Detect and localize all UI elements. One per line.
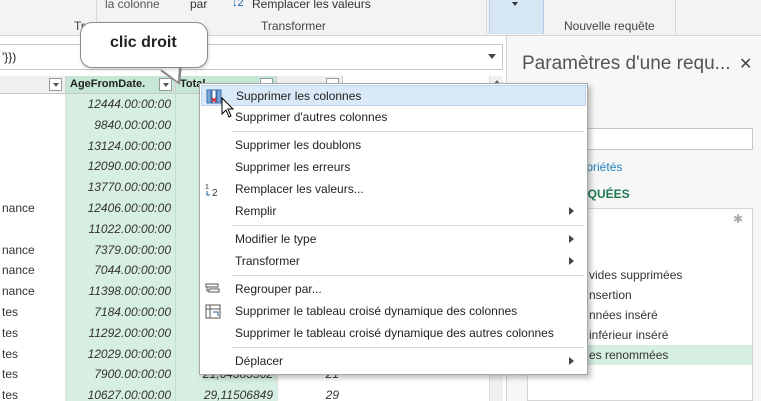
- submenu-arrow-icon: [569, 207, 574, 215]
- ribbon-column-dropdown[interactable]: la colonne: [105, 0, 160, 11]
- table-cell[interactable]: 11398.00:00:00: [68, 281, 171, 301]
- table-cell[interactable]: 12029.00:00:00: [68, 344, 171, 364]
- menu-item-transformer[interactable]: Transformer: [201, 251, 586, 272]
- svg-text:1: 1: [205, 184, 209, 191]
- menu-item-déplacer[interactable]: Déplacer: [201, 351, 586, 372]
- menu-item-label: Remplacer les valeurs...: [235, 182, 364, 196]
- table-cell[interactable]: 11292.00:00:00: [68, 323, 171, 343]
- menu-item-label: Supprimer d'autres colonnes: [235, 110, 388, 124]
- menu-item-supprimer-d-autres-colonnes[interactable]: Supprimer d'autres colonnes: [201, 107, 586, 128]
- table-cell[interactable]: 7044.00:00:00: [68, 260, 171, 280]
- table-cell[interactable]: [2, 177, 61, 197]
- menu-item-supprimer-les-erreurs[interactable]: Supprimer les erreurs: [201, 157, 586, 178]
- context-menu: Supprimer les colonnes Supprimer d'autres…: [199, 83, 588, 375]
- mouse-cursor-icon: [221, 97, 235, 118]
- table-cell[interactable]: [2, 136, 61, 156]
- table-cell[interactable]: 9840.00:00:00: [68, 115, 171, 135]
- menu-item-supprimer-les-doublons[interactable]: Supprimer les doublons: [201, 135, 586, 156]
- table-cell[interactable]: 13124.00:00:00: [68, 136, 171, 156]
- table-cell[interactable]: 12090.00:00:00: [68, 156, 171, 176]
- menu-separator: [232, 347, 584, 348]
- menu-item-remplacer-les-valeurs[interactable]: Remplacer les valeurs... 1 2: [201, 179, 586, 200]
- menu-item-regrouper-par[interactable]: Regrouper par...: [201, 279, 586, 300]
- ribbon-divider: [486, 0, 487, 34]
- table-cell[interactable]: nance: [2, 281, 61, 301]
- menu-item-remplir[interactable]: Remplir: [201, 201, 586, 222]
- menu-item-label: Supprimer le tableau croisé dynamique de…: [235, 326, 554, 340]
- column-a-cells: nance nance nance nance tes tes tes tes tes: [0, 94, 66, 401]
- table-cell[interactable]: nance: [2, 260, 61, 280]
- replace-values-icon: 12: [205, 182, 221, 199]
- menu-separator: [232, 131, 584, 132]
- ribbon-selected-dropdown-button[interactable]: [489, 0, 544, 34]
- table-cell[interactable]: [2, 219, 61, 239]
- table-cell[interactable]: tes: [2, 364, 61, 384]
- menu-item-modifier-le-type[interactable]: Modifier le type: [201, 229, 586, 250]
- table-cell[interactable]: 13770.00:00:00: [68, 177, 171, 197]
- close-icon[interactable]: ✕: [739, 54, 752, 74]
- formula-bar[interactable]: '}}): [0, 44, 503, 70]
- ribbon-par-label: par: [190, 0, 208, 11]
- group-by-icon: [205, 282, 221, 297]
- ribbon-group-new-query: Nouvelle requête: [564, 19, 655, 33]
- table-cell[interactable]: [2, 94, 61, 114]
- table-cell[interactable]: tes: [2, 385, 61, 401]
- menu-item-label: Remplir: [235, 204, 277, 218]
- table-cell[interactable]: [2, 115, 61, 135]
- menu-item-label: Regrouper par...: [235, 282, 322, 296]
- menu-item-label: Supprimer le tableau croisé dynamique de…: [235, 304, 518, 318]
- menu-item-label: Modifier le type: [235, 232, 317, 246]
- table-cell[interactable]: tes: [2, 302, 61, 322]
- unpivot-icon: [205, 304, 221, 319]
- column-header-agefromdate[interactable]: AgeFromDate.: [66, 76, 176, 94]
- column-header-a[interactable]: [0, 76, 66, 94]
- table-cell[interactable]: 12444.00:00:00: [68, 94, 171, 114]
- submenu-arrow-icon: [569, 235, 574, 243]
- formula-expand-icon[interactable]: [488, 54, 496, 59]
- menu-item-supprimer-les-colonnes[interactable]: Supprimer les colonnes: [201, 85, 586, 106]
- column-agefromdate-cells: 12444.00:00:00 9840.00:00:00 13124.00:00:0…: [66, 94, 176, 401]
- chevron-down-icon: [512, 2, 518, 6]
- menu-item-label: Supprimer les colonnes: [236, 89, 362, 103]
- table-cell[interactable]: tes: [2, 323, 61, 343]
- menu-item-supprimer-le-tableau-croisé-dynamique-des-colonnes[interactable]: Supprimer le tableau croisé dynamique de…: [201, 301, 586, 322]
- table-cell[interactable]: 7900.00:00:00: [68, 364, 171, 384]
- table-cell[interactable]: tes: [2, 344, 61, 364]
- table-cell[interactable]: 7184.00:00:00: [68, 302, 171, 322]
- formula-text: '}}): [2, 50, 17, 64]
- table-cell[interactable]: 7379.00:00:00: [68, 240, 171, 260]
- ribbon-divider: [675, 0, 676, 34]
- table-cell[interactable]: 29,11506849: [178, 385, 273, 401]
- pane-title: Paramètres d'une requ...: [522, 53, 731, 74]
- table-cell[interactable]: 10627.00:00:00: [68, 385, 171, 401]
- replace-values-icon: ↓2: [232, 0, 244, 9]
- table-cell[interactable]: 11022.00:00:00: [68, 219, 171, 239]
- menu-item-label: Transformer: [235, 254, 300, 268]
- menu-item-label: Déplacer: [235, 354, 284, 368]
- menu-separator: [232, 275, 584, 276]
- table-cell[interactable]: nance: [2, 198, 61, 218]
- menu-item-label: Supprimer les erreurs: [235, 160, 351, 174]
- svg-text:2: 2: [212, 188, 218, 197]
- submenu-arrow-icon: [569, 357, 574, 365]
- filter-dropdown-icon[interactable]: [49, 78, 62, 91]
- gear-icon[interactable]: ✱: [733, 212, 743, 226]
- table-cell[interactable]: 29: [280, 385, 339, 401]
- table-cell[interactable]: 12406.00:00:00: [68, 198, 171, 218]
- menu-item-supprimer-le-tableau-croisé-dynamique-des-autres-colonnes[interactable]: Supprimer le tableau croisé dynamique de…: [201, 323, 586, 344]
- table-cell[interactable]: nance: [2, 240, 61, 260]
- ribbon-group-transform: Transformer: [261, 19, 326, 33]
- menu-separator: [232, 225, 584, 226]
- submenu-arrow-icon: [569, 257, 574, 265]
- ribbon-replace-values-button[interactable]: Remplacer les valeurs: [252, 0, 371, 11]
- callout-text: clic droit: [110, 34, 177, 51]
- table-cell[interactable]: [2, 156, 61, 176]
- callout-bubble: clic droit: [80, 22, 208, 68]
- column-header-label: AgeFromDate.: [70, 78, 146, 90]
- menu-item-label: Supprimer les doublons: [235, 138, 362, 152]
- remove-columns-icon: [206, 89, 222, 104]
